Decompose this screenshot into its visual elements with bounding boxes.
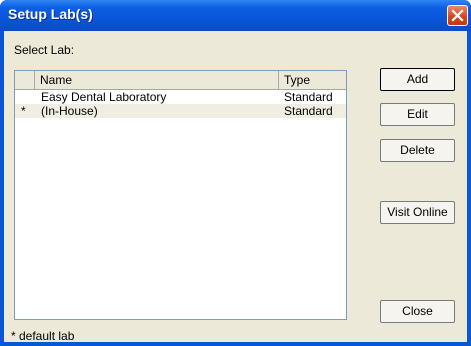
add-button[interactable]: Add <box>380 68 455 91</box>
column-header-marker[interactable] <box>15 71 35 89</box>
list-item[interactable]: Easy Dental Laboratory Standard <box>15 90 346 104</box>
close-icon <box>451 9 464 22</box>
default-lab-footnote: * default lab <box>11 329 75 343</box>
default-marker: * <box>21 104 26 118</box>
select-lab-label: Select Lab: <box>14 43 75 57</box>
edit-button[interactable]: Edit <box>380 103 455 126</box>
lab-list[interactable]: Name Type Easy Dental Laboratory Standar… <box>14 70 347 320</box>
visit-online-button[interactable]: Visit Online <box>380 201 455 224</box>
column-header-type[interactable]: Type <box>279 71 346 89</box>
delete-button[interactable]: Delete <box>380 139 455 162</box>
lab-type: Standard <box>284 90 333 104</box>
column-header-name[interactable]: Name <box>35 71 279 89</box>
lab-type: Standard <box>284 104 333 118</box>
setup-labs-dialog: Setup Lab(s) Select Lab: Name Type Easy … <box>0 0 471 346</box>
lab-name: (In-House) <box>41 104 98 118</box>
close-window-button[interactable] <box>447 5 468 26</box>
close-button[interactable]: Close <box>380 300 455 323</box>
list-header: Name Type <box>15 71 346 90</box>
title-bar[interactable]: Setup Lab(s) <box>0 0 471 31</box>
list-item[interactable]: * (In-House) Standard <box>15 104 346 118</box>
dialog-body: Select Lab: Name Type Easy Dental Labora… <box>4 31 467 343</box>
lab-name: Easy Dental Laboratory <box>41 90 167 104</box>
window-title: Setup Lab(s) <box>8 6 93 22</box>
